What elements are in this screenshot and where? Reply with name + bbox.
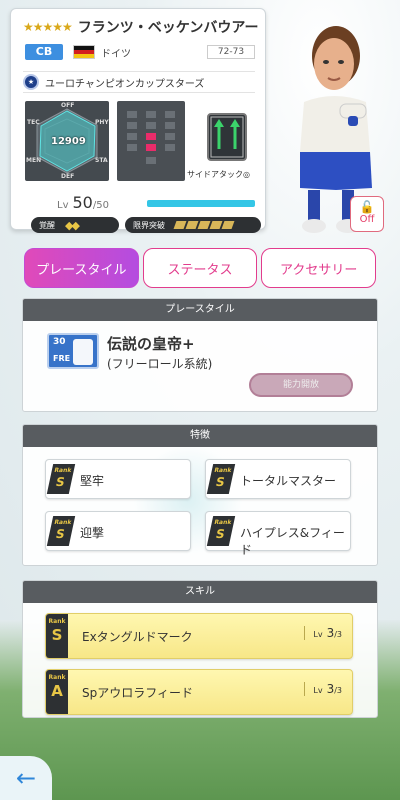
team-emblem-icon: ★ <box>23 74 39 90</box>
position-row: CB ドイツ 72-73 <box>25 43 255 61</box>
trait-item[interactable]: Rank S 堅牢 <box>45 459 191 499</box>
tab-accessory[interactable]: アクセサリー <box>261 248 377 288</box>
level-progress-bar <box>147 200 255 207</box>
side-attack-label: サイドアタック◎ <box>187 170 250 179</box>
player-name: フランツ・ベッケンバウアー <box>77 20 259 36</box>
awaken-label: 覚醒 <box>39 220 55 230</box>
side-attack-icon <box>207 113 247 161</box>
lock-icon: 🔓 <box>359 200 375 214</box>
skill-rank-badge: Rank A <box>46 670 68 714</box>
playstyle-panel: プレースタイル 30 FRE 伝説の皇帝+ (フリーロール系統) 能力開放 <box>22 298 378 412</box>
rarity-stars: ★★★★★ <box>23 20 73 34</box>
stat-label-sta: STA <box>95 157 108 164</box>
lock-off-button[interactable]: 🔓 Off <box>350 196 384 232</box>
awaken-pill: 覚醒 ◆◆ <box>31 217 119 233</box>
stat-total: 12909 <box>51 136 86 147</box>
player-card: ★★★★★ フランツ・ベッケンバウアー CB ドイツ 72-73 ★ ユーロチャ… <box>10 8 266 233</box>
level-row: Lv 50 /50 <box>57 193 109 212</box>
limit-break-pill: 限界突破 <box>125 217 261 233</box>
skill-rank-badge: Rank S <box>46 614 68 658</box>
trait-item[interactable]: Rank S ハイプレス&フィード <box>205 511 351 557</box>
level-label: Lv <box>57 200 69 211</box>
skill-level: Lv 3/3 <box>304 682 342 696</box>
off-label: Off <box>359 214 375 225</box>
awaken-diamond-icon: ◆◆ <box>65 218 80 232</box>
skill-item[interactable]: Rank A Spアウロラフィード Lv 3/3 <box>45 669 353 715</box>
formation-position-map <box>117 101 185 181</box>
skills-header: スキル <box>23 581 377 603</box>
skills-panel: スキル Rank S Exタングルドマーク Lv 3/3 Rank A Spアウロラフ… <box>22 580 378 718</box>
limit-break-label: 限界突破 <box>133 220 165 230</box>
trait-label: 堅牢 <box>80 474 105 488</box>
era-years: 72-73 <box>207 45 255 59</box>
stat-label-def: DEF <box>61 173 75 180</box>
trait-label: トータルマスター <box>240 474 337 488</box>
tab-status[interactable]: ステータス <box>142 248 258 288</box>
position-badge: CB <box>25 44 63 60</box>
limit-break-bars-icon <box>173 221 235 229</box>
team-row: ★ ユーロチャンピオンカップスターズ <box>23 71 255 93</box>
playstyle-subtitle: (フリーロール系統) <box>107 357 213 371</box>
level-value: 50 <box>72 193 93 212</box>
ability-unlock-button[interactable]: 能力開放 <box>249 373 353 397</box>
stat-label-men: MEN <box>26 157 42 164</box>
stat-label-phy: PHY <box>95 119 109 126</box>
awaken-row: 覚醒 ◆◆ 限界突破 <box>31 217 261 233</box>
stats-hexagon-panel[interactable]: OFF PHY STA DEF MEN TEC 12909 <box>25 101 109 181</box>
skill-name: Exタングルドマーク <box>82 630 193 644</box>
stat-label-off: OFF <box>61 102 75 109</box>
rank-s-badge: Rank S <box>206 516 236 546</box>
trait-item[interactable]: Rank S トータルマスター <box>205 459 351 499</box>
name-row: ★★★★★ フランツ・ベッケンバウアー <box>23 17 259 37</box>
tab-playstyle[interactable]: プレースタイル <box>24 248 139 288</box>
skill-item[interactable]: Rank S Exタングルドマーク Lv 3/3 <box>45 613 353 659</box>
germany-flag-icon <box>73 45 95 59</box>
playstyle-header: プレースタイル <box>23 299 377 321</box>
trait-label: ハイプレス&フィード <box>240 526 345 557</box>
stat-label-tec: TEC <box>27 119 40 126</box>
skill-level: Lv 3/3 <box>304 626 342 640</box>
skill-name: Spアウロラフィード <box>82 686 193 700</box>
team-name: ユーロチャンピオンカップスターズ <box>45 78 205 90</box>
trait-item[interactable]: Rank S 迎撃 <box>45 511 191 551</box>
country-name: ドイツ <box>101 48 131 60</box>
rank-s-badge: Rank S <box>46 516 76 546</box>
back-arrow-button[interactable]: ← <box>0 756 52 800</box>
rank-s-badge: Rank S <box>46 464 76 494</box>
traits-header: 特徴 <box>23 425 377 447</box>
playstyle-icon-number: 30 <box>53 337 66 347</box>
traits-panel: 特徴 Rank S 堅牢 Rank S トータルマスター Rank S 迎撃 Rank… <box>22 424 378 566</box>
level-max: /50 <box>92 200 109 211</box>
player-silhouette-icon <box>73 339 93 365</box>
playstyle-icon: 30 FRE <box>47 333 99 369</box>
trait-label: 迎撃 <box>80 526 105 540</box>
rank-s-badge: Rank S <box>206 464 236 494</box>
playstyle-title: 伝説の皇帝+ <box>107 335 195 353</box>
playstyle-icon-code: FRE <box>53 354 71 363</box>
tab-bar: プレースタイル ステータス アクセサリー <box>24 248 377 288</box>
